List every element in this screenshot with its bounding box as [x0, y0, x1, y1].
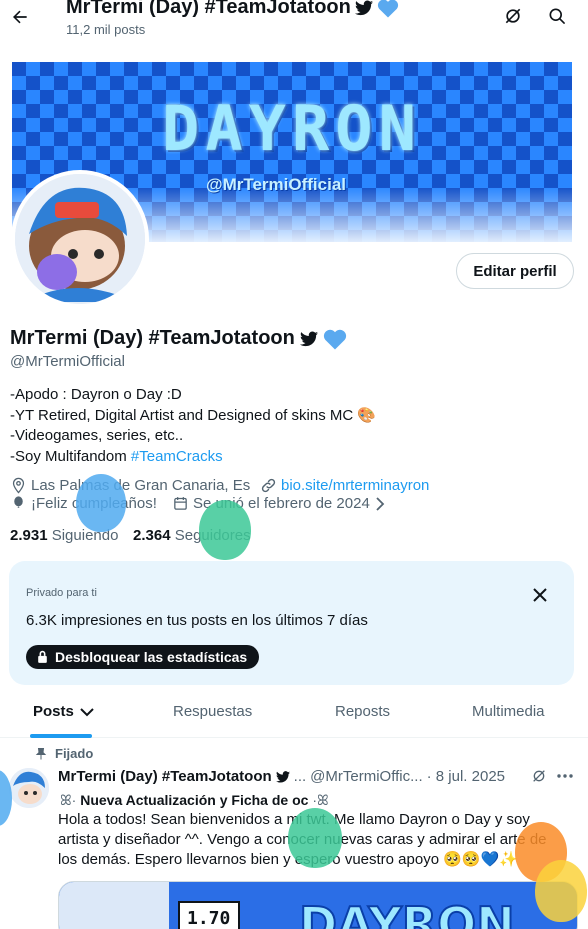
website-link[interactable]: bio.site/mrterminayron	[281, 477, 429, 494]
link-icon	[261, 478, 276, 493]
calendar-icon	[174, 497, 187, 510]
bio-line: -Apodo : Dayron o Day :D	[10, 385, 376, 406]
pinned-label: Fijado	[55, 746, 94, 761]
unlock-stats-label: Desbloquear las estadísticas	[55, 649, 248, 665]
grok-icon	[505, 8, 521, 24]
profile-handle: @MrTermiOfficial	[10, 353, 125, 370]
close-icon	[533, 588, 547, 602]
following-count: 2.931	[10, 527, 48, 544]
post-author-handle[interactable]: @MrTermiOffic...	[310, 768, 422, 785]
header-profile-name: MrTermi (Day) #TeamJotatoon	[66, 0, 399, 19]
analytics-card-text: 6.3K impresiones en tus posts en los últ…	[26, 612, 368, 629]
tab-posts[interactable]: Posts	[33, 703, 94, 720]
svg-text:DAYRON: DAYRON	[299, 897, 515, 929]
bio-line-text: -Apodo : Dayron o Day :D	[10, 386, 182, 403]
back-button[interactable]	[6, 3, 34, 31]
profile-website[interactable]: bio.site/mrterminayron	[260, 477, 429, 494]
post-media-image[interactable]: 1.70 DAYRON	[58, 881, 578, 929]
profile-location: Las Palmas de Gran Canaria, Es	[10, 477, 250, 494]
balloon-icon	[14, 496, 23, 508]
decoration-right: ·ꕤ	[312, 792, 329, 808]
profile-name-text: MrTermi (Day) #TeamJotatoon	[10, 327, 295, 349]
tab-media[interactable]: Multimedia	[472, 703, 545, 720]
followers-count: 2.364	[133, 527, 171, 544]
chevron-right-icon	[376, 496, 385, 511]
pinned-indicator: Fijado	[35, 746, 93, 761]
bio-line: -YT Retired, Digital Artist and Designed…	[10, 406, 376, 427]
bio-hashtag-link[interactable]: #TeamCracks	[131, 448, 223, 465]
post-author-avatar[interactable]	[9, 768, 49, 808]
banner-handle: @MrTermiOfficial	[206, 175, 347, 194]
media-illustration: 1.70 DAYRON	[59, 882, 577, 929]
profile-bio: -Apodo : Dayron o Day :D -YT Retired, Di…	[10, 385, 376, 467]
tab-posts-label: Posts	[33, 703, 74, 720]
blue-heart-icon	[377, 0, 398, 18]
balloon-decoration	[288, 808, 342, 868]
emoji-icons: 🥺🥺💙✨	[443, 851, 518, 868]
banner-title: DAYRON	[162, 92, 422, 165]
chevron-down-icon	[80, 707, 94, 716]
post-author-ellipsis: ...	[293, 768, 307, 785]
palette-emoji-icon: 🎨	[357, 406, 377, 424]
post-header: MrTermi (Day) #TeamJotatoon ... @MrTermi…	[58, 768, 505, 785]
tab-reposts[interactable]: Reposts	[335, 703, 390, 720]
twitter-bird-icon	[354, 0, 373, 15]
lock-icon	[38, 650, 47, 663]
post-more-button[interactable]	[554, 765, 576, 787]
profile-joined[interactable]: Se unió el febrero de 2024	[172, 495, 386, 512]
tab-replies[interactable]: Respuestas	[173, 703, 252, 720]
analytics-card-close[interactable]	[528, 583, 552, 607]
balloon-decoration	[199, 500, 251, 560]
twitter-bird-icon	[275, 770, 290, 783]
edit-profile-button[interactable]: Editar perfil	[456, 253, 574, 289]
analytics-card-label: Privado para ti	[26, 587, 97, 599]
bio-line-text: -Soy Multifandom	[10, 447, 131, 465]
header-name-text: MrTermi (Day) #TeamJotatoon	[66, 0, 351, 18]
arrow-left-icon	[13, 10, 27, 24]
bio-line-text: -Videogames, series, etc..	[10, 427, 184, 444]
bio-line-text: -YT Retired, Digital Artist and Designed…	[10, 406, 354, 424]
more-dots-icon	[557, 774, 573, 778]
post-grok-button[interactable]	[528, 765, 550, 787]
search-button[interactable]	[543, 2, 571, 30]
twitter-bird-icon	[299, 331, 318, 346]
location-text: Las Palmas de Gran Canaria, Es	[31, 477, 251, 494]
balloon-decoration	[535, 860, 587, 922]
avatar-illustration	[15, 174, 145, 304]
post-date[interactable]: · 8 jul. 2025	[427, 768, 505, 785]
avatar-illustration	[9, 768, 49, 808]
post-author-name[interactable]: MrTermi (Day) #TeamJotatoon	[58, 768, 272, 785]
location-pin-icon	[12, 477, 25, 494]
tab-active-indicator	[30, 734, 92, 738]
decoration-left: ꕤ·	[60, 792, 77, 808]
unlock-stats-button[interactable]: Desbloquear las estadísticas	[26, 645, 260, 669]
bio-line: -Videogames, series, etc..	[10, 426, 376, 447]
svg-text:1.70: 1.70	[187, 908, 230, 929]
grok-icon	[533, 770, 545, 782]
grok-button[interactable]	[499, 2, 527, 30]
header-posts-count: 11,2 mil posts	[66, 22, 146, 37]
balloon-decoration	[76, 474, 126, 532]
post-title: Nueva Actualización y Ficha de oc	[80, 792, 309, 808]
post-title-line: ꕤ· Nueva Actualización y Ficha de oc ·ꕤ	[58, 790, 568, 810]
pin-icon	[35, 747, 47, 759]
bio-line: -Soy Multifandom #TeamCracks	[10, 447, 376, 468]
search-icon	[549, 8, 565, 24]
blue-heart-icon	[323, 329, 346, 349]
profile-tabs: Posts Respuestas Reposts Multimedia	[0, 690, 588, 738]
profile-avatar[interactable]	[11, 170, 149, 308]
profile-name: MrTermi (Day) #TeamJotatoon	[10, 327, 347, 350]
